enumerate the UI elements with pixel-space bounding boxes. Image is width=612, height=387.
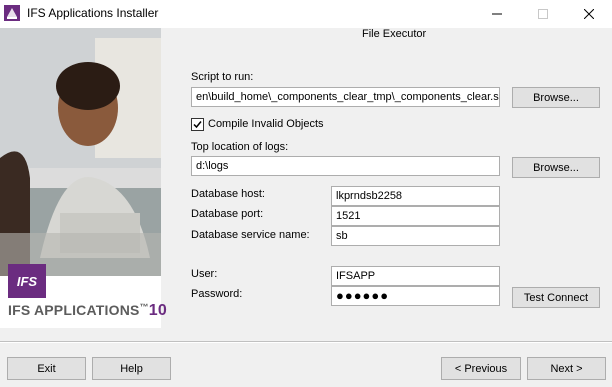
db-port-field[interactable]: 1521 — [331, 206, 500, 226]
password-label: Password: — [191, 288, 243, 300]
footer-separator-highlight — [0, 342, 612, 343]
db-host-field[interactable]: lkprndsb2258 — [331, 186, 500, 206]
compile-invalid-label[interactable]: Compile Invalid Objects — [208, 118, 324, 130]
db-service-label: Database service name: — [191, 229, 310, 241]
section-title: File Executor — [362, 28, 427, 40]
previous-button[interactable]: < Previous — [441, 357, 521, 380]
product-logo: IFS APPLICATIONS™10 — [8, 302, 167, 320]
product-version: 10 — [148, 302, 167, 319]
help-button[interactable]: Help — [92, 357, 171, 380]
ifs-logo-badge: IFS — [8, 264, 46, 298]
title-bar: IFS Applications Installer — [0, 0, 612, 28]
app-icon — [4, 5, 20, 21]
script-label: Script to run: — [191, 71, 254, 83]
db-service-field[interactable]: sb — [331, 226, 500, 246]
exit-button[interactable]: Exit — [7, 357, 86, 380]
script-field[interactable]: en\build_home\_components_clear_tmp\_com… — [191, 87, 500, 107]
user-field[interactable]: IFSAPP — [331, 266, 500, 286]
minimize-icon[interactable] — [474, 0, 520, 28]
db-host-label: Database host: — [191, 188, 265, 200]
password-field[interactable]: ●●●●●● — [331, 286, 500, 306]
window-title: IFS Applications Installer — [27, 6, 159, 20]
db-port-label: Database port: — [191, 208, 264, 220]
compile-invalid-checkbox[interactable] — [191, 118, 204, 131]
logs-field[interactable]: d:\logs — [191, 156, 500, 176]
product-name: IFS APPLICATIONS — [8, 302, 140, 318]
test-connect-button[interactable]: Test Connect — [512, 287, 600, 308]
browse-logs-button[interactable]: Browse... — [512, 157, 600, 178]
maximize-icon — [520, 0, 566, 28]
logs-label: Top location of logs: — [191, 141, 289, 153]
trademark: ™ — [139, 302, 149, 312]
close-icon[interactable] — [566, 0, 612, 28]
browse-script-button[interactable]: Browse... — [512, 87, 600, 108]
user-label: User: — [191, 268, 218, 280]
next-button[interactable]: Next > — [527, 357, 606, 380]
